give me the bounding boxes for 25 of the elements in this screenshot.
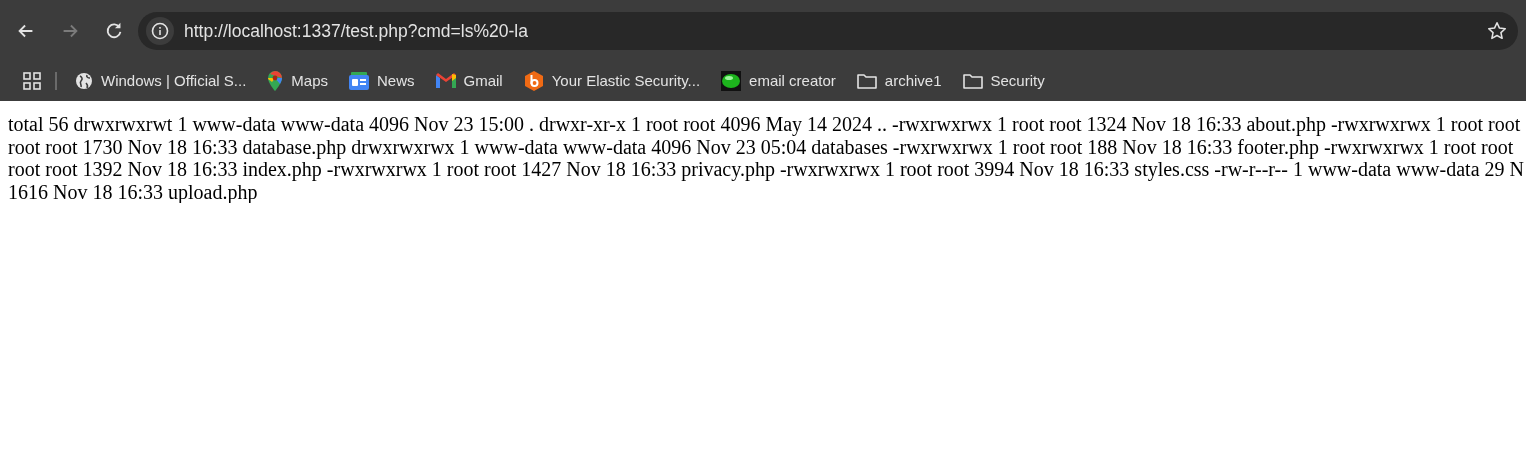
globe-icon	[75, 71, 93, 90]
bookmark[interactable]: Security	[954, 68, 1053, 93]
bookmark[interactable]: Windows | Official S...	[67, 67, 255, 94]
bookmark[interactable]: Maps	[259, 66, 336, 95]
listing-text: total 56 drwxrwxrwt 1 www-data www-data 4096 Nov 23 15:00 . drwxr-xr-x 1 root root 4096 May 14 2024 .. -rwxrwxrwx 1 root root 1324 Nov 18 16:33 about.php -rwxrwxrwx 1 root root	[8, 113, 1521, 136]
folder-icon	[856, 72, 877, 89]
bookmark[interactable]: archive1	[848, 68, 950, 93]
bookmark[interactable]: Your Elastic Security...	[515, 66, 709, 95]
listing-text: root root 1730 Nov 18 16:33 database.php drwxrwxrwx 1 www-data www-data 4096 Nov 23 05:04 databases -rwxrwxrwx 1 root root 188 Nov 18 16:33 footer.php -rwxrwxrwx 1 root root	[8, 135, 1514, 158]
info-icon[interactable]	[151, 22, 169, 40]
bookmark[interactable]: email creator	[713, 66, 844, 95]
mail-icon	[435, 73, 456, 88]
folder-icon	[962, 72, 983, 89]
address-bar[interactable]: http://localhost:1337/test.php?cmd=ls%20-la	[138, 12, 1518, 50]
listing-text: 1616 Nov 18 16:33 upload.php	[8, 180, 258, 203]
bookmark[interactable]: Gmail	[427, 68, 511, 93]
url-text: http://localhost:1337/test.php?cmd=ls%20-la	[184, 20, 529, 42]
apps-grid-icon	[23, 71, 41, 90]
hexagon-logo-icon	[523, 70, 544, 91]
map-pin-icon	[267, 70, 284, 91]
glossy-ball-icon	[721, 70, 742, 91]
star-icon[interactable]	[1486, 20, 1508, 42]
news-icon	[349, 71, 369, 90]
listing-text: root root 1392 Nov 18 16:33 index.php -rwxrwxrwx 1 root root 1427 Nov 18 16:33 privacy.php -rwxrwxrwx 1 root root 3994 Nov 18 16:33 styles.css -rw-r--r-- 1 www-data www-data 29 N	[8, 158, 1524, 181]
bookmark[interactable]: News	[341, 67, 423, 94]
